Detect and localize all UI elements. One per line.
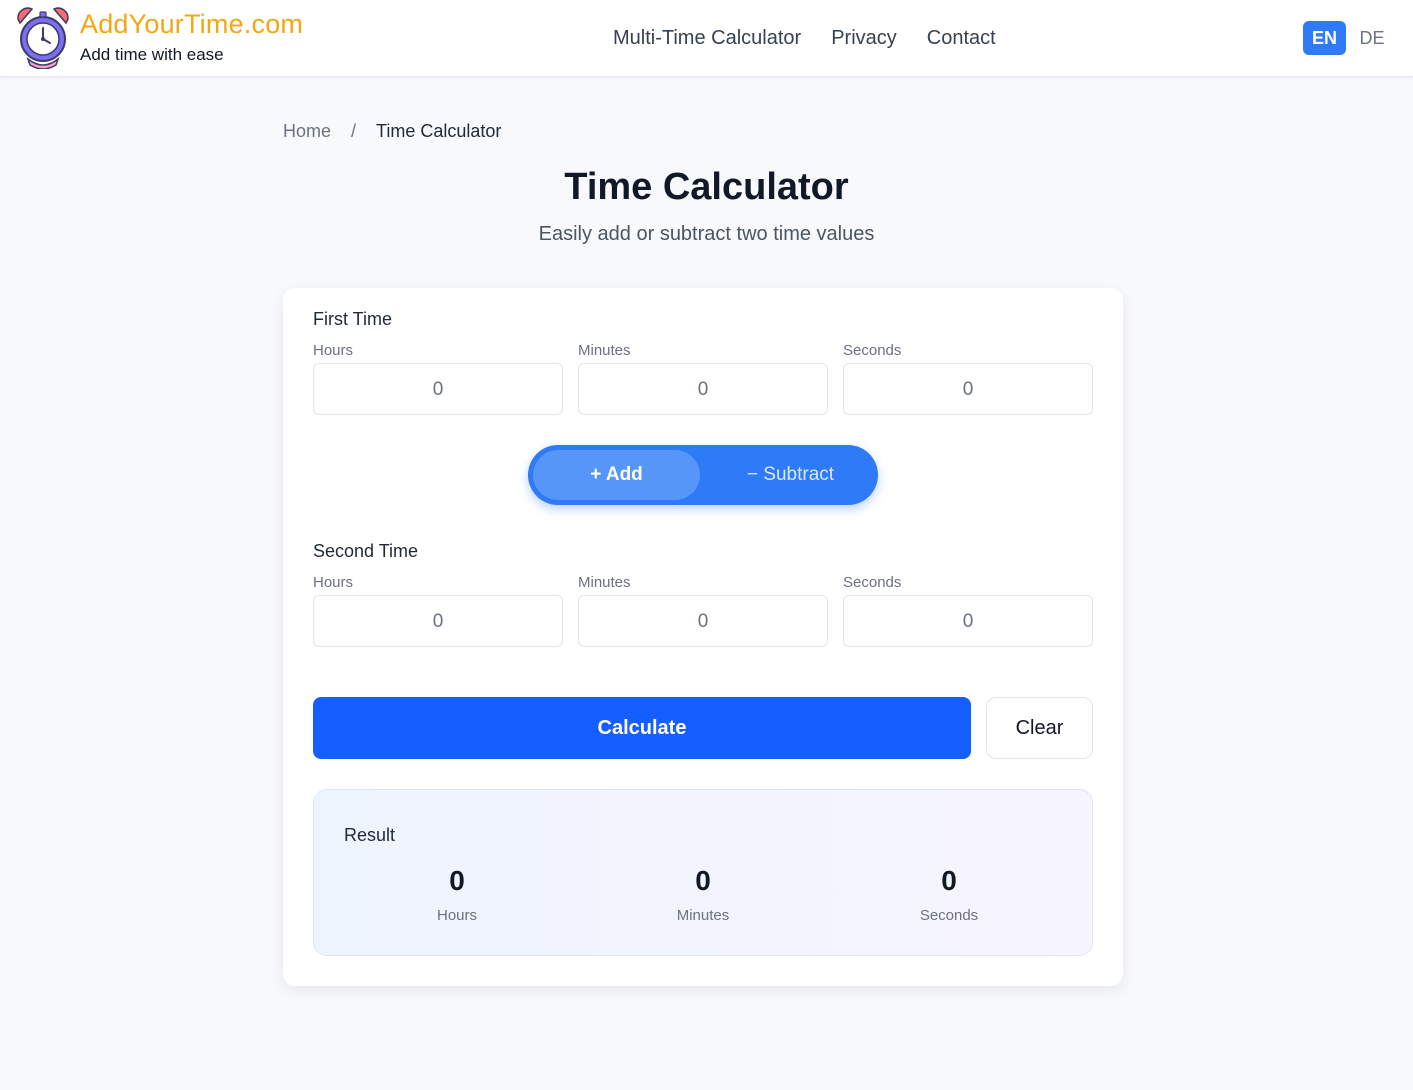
site-header: AddYourTime.com Add time with ease Multi… xyxy=(0,0,1413,77)
language-de-button[interactable]: DE xyxy=(1354,21,1390,55)
language-en-button[interactable]: EN xyxy=(1303,21,1346,55)
first-seconds-label: Seconds xyxy=(843,342,902,359)
calculator-card: First Time Hours Minutes Seconds 0 0 0 +… xyxy=(283,288,1123,986)
first-hours-label: Hours xyxy=(313,342,354,359)
result-seconds-label: Seconds xyxy=(919,907,979,924)
result-seconds-value: 0 xyxy=(941,865,957,896)
result-minutes-value: 0 xyxy=(695,865,711,896)
breadcrumb: Home / Time Calculator xyxy=(283,121,501,142)
result-panel: Result 0 Hours 0 Minutes 0 Seconds xyxy=(313,789,1093,956)
second-seconds-input[interactable]: 0 xyxy=(843,595,1093,647)
operation-toggle: + Add − Subtract xyxy=(528,445,878,505)
breadcrumb-separator: / xyxy=(351,121,357,141)
main-nav: Multi-Time Calculator Privacy Contact xyxy=(613,26,996,50)
second-minutes-label: Minutes xyxy=(578,574,631,591)
first-time-title: First Time xyxy=(313,309,392,329)
second-seconds-label: Seconds xyxy=(843,574,902,591)
second-hours-input[interactable]: 0 xyxy=(313,595,563,647)
result-title: Result xyxy=(344,825,396,845)
result-hours-value: 0 xyxy=(449,865,465,896)
add-operation-button[interactable]: + Add xyxy=(533,450,700,500)
clear-button[interactable]: Clear xyxy=(986,697,1093,759)
nav-privacy[interactable]: Privacy xyxy=(831,26,897,50)
nav-multi-time-calculator[interactable]: Multi-Time Calculator xyxy=(613,26,801,50)
brand-tagline: Add time with ease xyxy=(80,45,224,64)
alarm-clock-icon[interactable] xyxy=(12,5,74,69)
result-minutes-label: Minutes xyxy=(676,907,730,924)
calculate-button[interactable]: Calculate xyxy=(313,697,971,759)
second-time-title: Second Time xyxy=(313,541,419,561)
first-seconds-input[interactable]: 0 xyxy=(843,363,1093,415)
page-subtitle: Easily add or subtract two time values xyxy=(538,223,875,245)
second-hours-label: Hours xyxy=(313,574,354,591)
breadcrumb-current: Time Calculator xyxy=(376,121,502,141)
result-hours-label: Hours xyxy=(436,907,477,924)
brand-name[interactable]: AddYourTime.com xyxy=(80,9,303,40)
second-minutes-input[interactable]: 0 xyxy=(578,595,828,647)
first-hours-input[interactable]: 0 xyxy=(313,363,563,415)
first-minutes-label: Minutes xyxy=(578,342,631,359)
first-minutes-input[interactable]: 0 xyxy=(578,363,828,415)
page-title: Time Calculator xyxy=(564,166,849,208)
nav-contact[interactable]: Contact xyxy=(927,26,996,50)
breadcrumb-home[interactable]: Home xyxy=(283,121,331,142)
subtract-operation-button[interactable]: − Subtract xyxy=(708,450,873,500)
